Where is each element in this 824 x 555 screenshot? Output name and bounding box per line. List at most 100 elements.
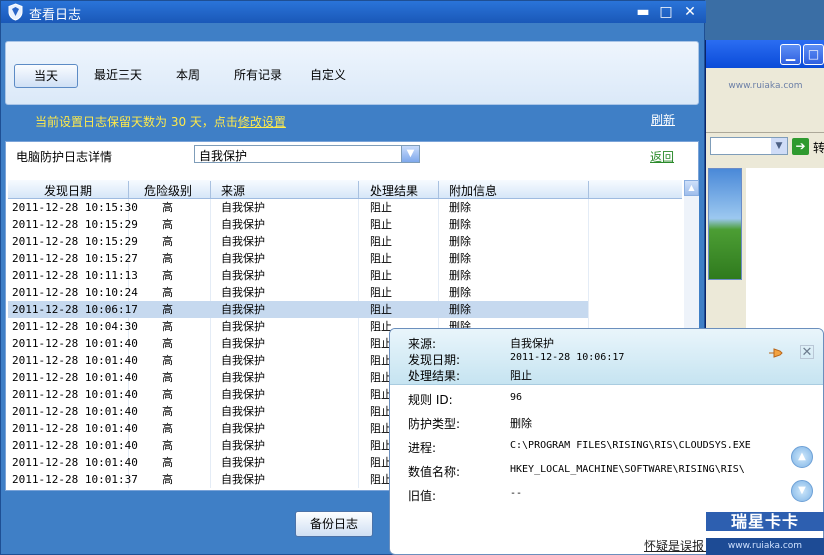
column-divider[interactable]	[128, 181, 129, 198]
cell-source: 自我保护	[221, 337, 265, 350]
cell-date: 2011-12-28 10:06:17	[12, 303, 138, 316]
cell-info: 删除	[449, 286, 471, 299]
cell-date: 2011-12-28 10:01:37	[12, 473, 138, 486]
cell-level: 高	[162, 354, 173, 367]
backup-log-button[interactable]: 备份日志	[295, 511, 373, 537]
table-row[interactable]: 2011-12-28 10:10:24 高 自我保护 阻止 删除	[8, 284, 682, 301]
bg-maximize-button[interactable]: □	[803, 44, 824, 65]
table-row[interactable]: 2011-12-28 10:15:29 高 自我保护 阻止 删除	[8, 233, 682, 250]
watermark-url: www.ruiaka.com	[706, 538, 824, 555]
cell-date: 2011-12-28 10:11:13	[12, 269, 138, 282]
column-divider[interactable]	[358, 181, 359, 198]
table-row[interactable]: 2011-12-28 10:15:29 高 自我保护 阻止 删除	[8, 216, 682, 233]
cell-source: 自我保护	[221, 473, 265, 486]
cell-level: 高	[162, 439, 173, 452]
cell-result: 阻止	[370, 303, 392, 316]
log-type-value: 自我保护	[199, 149, 248, 163]
cell-date: 2011-12-28 10:04:30	[12, 320, 138, 333]
header-date[interactable]: 发现日期	[44, 182, 92, 199]
selection-highlight	[128, 301, 588, 318]
result-label: 处理结果:	[408, 369, 461, 383]
retention-notice: 当前设置日志保留天数为 30 天，点击修改设置	[35, 113, 286, 130]
header-result[interactable]: 处理结果	[370, 182, 418, 199]
cell-level: 高	[162, 320, 173, 333]
cell-level: 高	[162, 422, 173, 435]
scroll-down-icon[interactable]: ▼	[791, 480, 813, 502]
cell-result: 阻止	[370, 235, 392, 248]
protection-type-value: 删除	[510, 417, 532, 430]
chevron-down-icon[interactable]: ▼	[401, 146, 419, 162]
cell-date: 2011-12-28 10:01:40	[12, 456, 138, 469]
tab-all-records[interactable]: 所有记录	[226, 64, 290, 88]
cell-level: 高	[162, 269, 173, 282]
cell-date: 2011-12-28 10:15:27	[12, 252, 138, 265]
cell-date: 2011-12-28 10:10:24	[12, 286, 138, 299]
cell-source: 自我保护	[221, 201, 265, 214]
refresh-link[interactable]: 刷新	[651, 111, 675, 128]
cell-source: 自我保护	[221, 320, 265, 333]
landscape-thumbnail	[708, 168, 742, 280]
cell-date: 2011-12-28 10:01:40	[12, 388, 138, 401]
cell-level: 高	[162, 456, 173, 469]
tab-today[interactable]: 当天	[14, 64, 78, 88]
go-arrow-icon[interactable]: ➔	[792, 138, 809, 155]
cell-date: 2011-12-28 10:15:30	[12, 201, 138, 214]
pin-icon[interactable]	[768, 347, 784, 359]
bg-address-combo[interactable]: ▼	[710, 137, 788, 155]
chevron-down-icon[interactable]: ▼	[771, 138, 787, 154]
close-button[interactable]: ✕	[681, 3, 699, 21]
shield-logo-icon	[8, 3, 23, 21]
rule-id-value: 96	[510, 392, 523, 403]
cell-date: 2011-12-28 10:15:29	[12, 218, 138, 231]
date-value: 2011-12-28 10:06:17	[510, 352, 625, 363]
scroll-up-icon[interactable]: ▲	[684, 180, 699, 196]
title-bar: 查看日志 ▬ □ ✕	[1, 1, 706, 23]
table-row[interactable]: 2011-12-28 10:15:27 高 自我保护 阻止 删除	[8, 250, 682, 267]
cell-level: 高	[162, 201, 173, 214]
cell-level: 高	[162, 218, 173, 231]
cell-info: 删除	[449, 303, 471, 316]
column-divider[interactable]	[438, 181, 439, 198]
cell-source: 自我保护	[221, 286, 265, 299]
close-icon[interactable]: ✕	[800, 345, 814, 360]
cell-info: 删除	[449, 235, 471, 248]
cell-source: 自我保护	[221, 269, 265, 282]
cell-date: 2011-12-28 10:01:40	[12, 439, 138, 452]
cell-level: 高	[162, 252, 173, 265]
log-type-select[interactable]: 自我保护 ▼	[194, 145, 420, 163]
column-divider[interactable]	[588, 181, 589, 198]
tab-this-week[interactable]: 本周	[166, 64, 210, 88]
bg-go-label[interactable]: 转	[813, 139, 824, 156]
minimize-button[interactable]: ▬	[634, 3, 652, 21]
cell-level: 高	[162, 371, 173, 384]
cell-source: 自我保护	[221, 303, 265, 316]
tab-custom[interactable]: 自定义	[304, 64, 352, 88]
cell-date: 2011-12-28 10:01:40	[12, 354, 138, 367]
cell-source: 自我保护	[221, 218, 265, 231]
bg-minimize-button[interactable]: ▁	[780, 44, 801, 65]
maximize-button[interactable]: □	[657, 3, 675, 21]
rule-id-label: 规则 ID:	[408, 393, 453, 407]
table-row[interactable]: 2011-12-28 10:15:30 高 自我保护 阻止 删除	[8, 199, 682, 216]
header-info[interactable]: 附加信息	[449, 182, 497, 199]
bg-url-text: www.ruiaka.com	[706, 80, 824, 92]
cell-date: 2011-12-28 10:01:40	[12, 405, 138, 418]
cell-source: 自我保护	[221, 235, 265, 248]
cell-result: 阻止	[370, 201, 392, 214]
column-divider[interactable]	[210, 181, 211, 198]
cell-info: 删除	[449, 269, 471, 282]
background-window-titlebar: ▁ □	[706, 40, 824, 68]
old-value-label: 旧值:	[408, 489, 437, 503]
modify-settings-link[interactable]: 修改设置	[238, 115, 286, 129]
cell-level: 高	[162, 473, 173, 486]
bg-address-bar: ▼ ➔ 转	[706, 132, 824, 160]
detail-label: 电脑防护日志详情	[16, 150, 113, 164]
scroll-up-icon[interactable]: ▲	[791, 446, 813, 468]
cell-level: 高	[162, 303, 173, 316]
table-row[interactable]: 2011-12-28 10:06:17 高 自我保护 阻止 删除	[8, 301, 682, 318]
back-link[interactable]: 返回	[650, 148, 674, 165]
table-row[interactable]: 2011-12-28 10:11:13 高 自我保护 阻止 删除	[8, 267, 682, 284]
header-source[interactable]: 来源	[221, 182, 245, 199]
tab-last-three-days[interactable]: 最近三天	[86, 64, 150, 88]
header-level[interactable]: 危险级别	[144, 182, 192, 199]
